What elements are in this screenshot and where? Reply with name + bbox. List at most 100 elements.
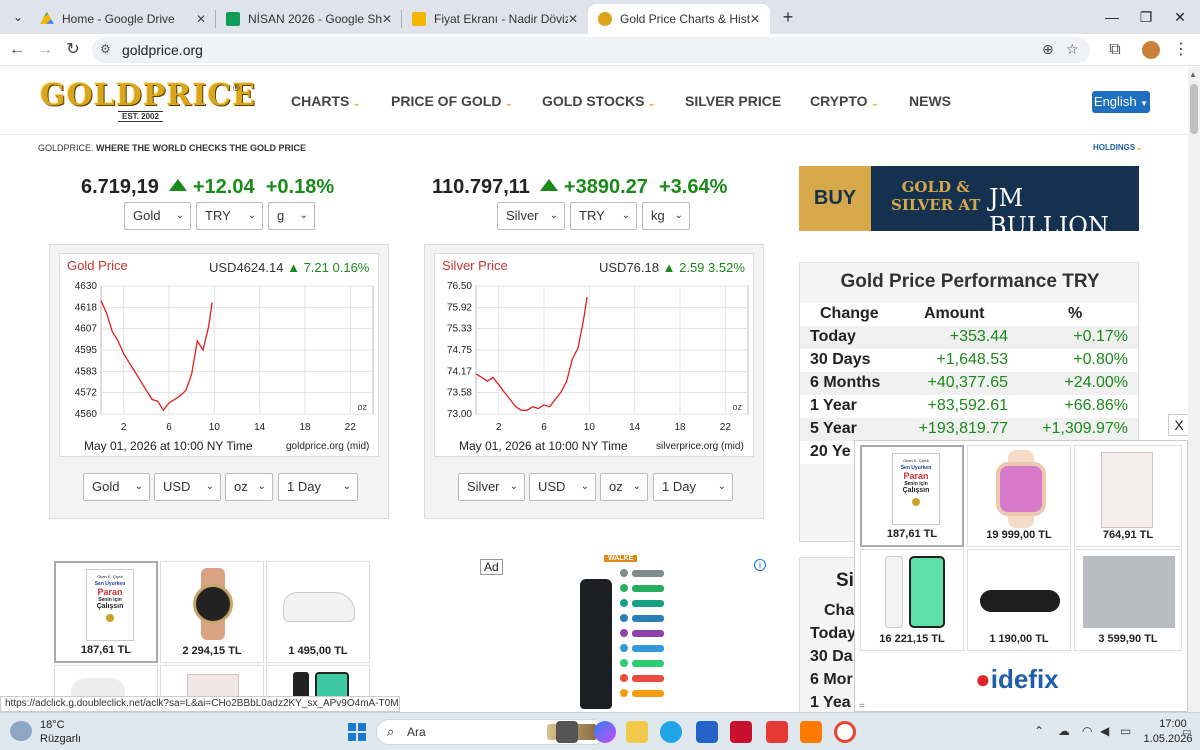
gold-chart-currency-select[interactable]: USD ⌄	[154, 473, 221, 501]
idefix-logo-text: idefix	[990, 664, 1059, 694]
gold-currency-select[interactable]: TRY ⌄	[196, 202, 263, 230]
task-view-icon[interactable]	[556, 721, 578, 743]
tray-cloud-icon[interactable]: ☁	[1058, 724, 1070, 738]
gold-chart-range-select[interactable]: 1 Day ⌄	[278, 473, 358, 501]
popup-product-book[interactable]: Okan E. Çiçek Sen Uyurken Paran Senin iç…	[860, 445, 964, 547]
coin-icon	[106, 614, 114, 622]
close-tab-icon[interactable]: ✕	[196, 12, 206, 26]
app-orange-icon[interactable]	[800, 721, 822, 743]
nav-silver-price[interactable]: SILVER PRICE	[685, 93, 781, 109]
performance-header-row: Change Amount %	[800, 303, 1138, 326]
select-value: Silver	[506, 208, 539, 223]
silver-chart-metal-select[interactable]: Silver ⌄	[458, 473, 525, 501]
zoom-icon[interactable]: ⊕	[1042, 41, 1054, 58]
close-tab-icon[interactable]: ✕	[568, 12, 578, 26]
mcafee-icon[interactable]	[730, 721, 752, 743]
tab-goldprice[interactable]: Gold Price Charts & Historical Data ✕	[588, 4, 770, 34]
nav-charts[interactable]: CHARTS ⌄	[291, 93, 361, 109]
scroll-up-icon[interactable]: ▲	[1189, 70, 1197, 79]
goldprice-logo[interactable]: GOLDPRICE EST. 2002 ®	[40, 78, 257, 122]
ad-info-icon[interactable]: i	[754, 559, 766, 571]
extensions-icon[interactable]: ⧉	[1104, 39, 1126, 61]
tab-nadir-doviz[interactable]: Fiyat Ekranı - Nadir Döviz ✕	[402, 4, 588, 34]
more-menu-icon[interactable]: ⋮	[1170, 39, 1192, 61]
unit-label: oz	[732, 402, 742, 412]
new-tab-icon[interactable]: +	[777, 6, 799, 28]
reload-icon[interactable]: ↻	[62, 39, 84, 61]
gold-chart-unit-select[interactable]: oz ⌄	[225, 473, 273, 501]
tray-chevron-icon[interactable]: ⌃	[1034, 724, 1044, 738]
close-tab-icon[interactable]: ✕	[750, 12, 760, 26]
silver-price-chart[interactable]: 76.50 75.92 75.33 74.75 74.17 73.58 73.00 2 6 10 1…	[434, 276, 754, 442]
url-text: goldprice.org	[122, 42, 203, 58]
restore-icon[interactable]: ❐	[1134, 6, 1158, 28]
page-scrollbar[interactable]	[1188, 67, 1200, 712]
chevron-down-icon: ⌄	[632, 481, 641, 492]
walke-ad[interactable]: Ad i WALKE	[478, 555, 770, 717]
y-tick-label: 4572	[75, 388, 98, 399]
product-sneaker[interactable]: 1 495,00 TL	[266, 561, 370, 663]
popup-product-smartwatch[interactable]: 19 999,00 TL	[967, 445, 1071, 547]
profile-avatar[interactable]	[1142, 41, 1160, 59]
gold-unit-select[interactable]: g ⌄	[268, 202, 315, 230]
jm-bullion-banner[interactable]: BUY GOLD & SILVER AT JM BULLION	[799, 166, 1139, 231]
back-icon[interactable]: ←	[6, 39, 28, 61]
popup-product-gift-box[interactable]: 764,91 TL	[1074, 445, 1182, 547]
language-select[interactable]: English ▼	[1092, 91, 1150, 113]
close-ad-button[interactable]: X	[1168, 414, 1190, 436]
tab-google-drive[interactable]: Home - Google Drive ✕	[30, 4, 216, 34]
select-value: Gold	[133, 208, 161, 223]
logo-text: GOLDPRICE	[40, 78, 257, 113]
close-tab-icon[interactable]: ✕	[382, 12, 392, 26]
nav-price-of-gold[interactable]: PRICE OF GOLD ⌄	[391, 93, 513, 109]
silver-unit-select[interactable]: kg ⌄	[642, 202, 690, 230]
gold-price-chart[interactable]: 4630 4618 4607 4595 4583 4572 4560 2 6 10 14 18 22oz	[59, 276, 379, 442]
scrollbar-thumb[interactable]	[1190, 84, 1198, 134]
nav-news[interactable]: NEWS	[909, 93, 951, 109]
store-icon[interactable]	[696, 721, 718, 743]
tab-google-sheets[interactable]: NİSAN 2026 - Google Sheets ✕	[216, 4, 402, 34]
weather-icon[interactable]	[10, 721, 32, 741]
nav-gold-stocks[interactable]: GOLD STOCKS ⌄	[542, 93, 656, 109]
site-info-icon[interactable]: ⚙	[100, 42, 111, 56]
silver-price-quote: 110.797,11 +3890.27 +3.64%	[432, 176, 727, 199]
battery-icon[interactable]: ▭	[1120, 724, 1131, 738]
app-l-icon[interactable]	[766, 721, 788, 743]
product-watch[interactable]: 2 294,15 TL	[160, 561, 264, 663]
idefix-logo[interactable]: ●idefix	[975, 664, 1059, 695]
edge-icon[interactable]	[660, 721, 682, 743]
silver-metal-select[interactable]: Silver ⌄	[497, 202, 565, 230]
popup-product-bedding[interactable]: 3 599,90 TL	[1074, 549, 1182, 651]
logo-est: EST. 2002	[118, 111, 163, 122]
gold-chart-metal-select[interactable]: Gold ⌄	[83, 473, 150, 501]
popup-product-phone[interactable]: 16 221,15 TL	[860, 549, 964, 651]
silver-chart-currency-select[interactable]: USD ⌄	[529, 473, 596, 501]
file-explorer-icon[interactable]	[626, 721, 648, 743]
gold-metal-select[interactable]: Gold ⌄	[124, 202, 191, 230]
book-title-line4: Çalışsın	[902, 487, 930, 494]
bookmark-star-icon[interactable]: ☆	[1066, 41, 1079, 58]
start-button[interactable]	[348, 723, 366, 741]
holdings-menu[interactable]: HOLDINGS⌄	[1093, 142, 1143, 153]
close-window-icon[interactable]: ✕	[1168, 6, 1192, 28]
forward-icon[interactable]: →	[34, 39, 56, 61]
product-price: 2 294,15 TL	[182, 645, 242, 657]
wifi-icon[interactable]: ◠	[1082, 724, 1092, 738]
performance-row: 6 Months +40,377.65 +24.00%	[800, 372, 1138, 395]
chrome-icon[interactable]	[834, 721, 856, 743]
product-book[interactable]: Okan E. Çiçek Sen Uyurken Paran Senin iç…	[54, 561, 158, 663]
silver-chart-unit-select[interactable]: oz ⌄	[600, 473, 648, 501]
chevron-down-icon: ⌄	[1135, 142, 1143, 152]
silver-chart-range-select[interactable]: 1 Day ⌄	[653, 473, 733, 501]
address-bar[interactable]: ⚙ goldprice.org ⊕ ☆	[92, 37, 1090, 63]
silver-currency-select[interactable]: TRY ⌄	[570, 202, 637, 230]
nav-crypto[interactable]: CRYPTO ⌄	[810, 93, 879, 109]
notification-icon[interactable]: ▭	[1182, 727, 1191, 738]
popup-product-sandal[interactable]: 1 190,00 TL	[967, 549, 1071, 651]
volume-icon[interactable]: ◀	[1100, 724, 1109, 738]
tab-search-chevron-icon[interactable]: ⌄	[6, 6, 30, 28]
minimize-icon[interactable]: —	[1100, 6, 1124, 28]
chevron-down-icon: ⌄	[870, 98, 879, 109]
copilot-icon[interactable]	[594, 721, 616, 743]
popup-drag-handle-icon[interactable]: =	[859, 701, 865, 712]
